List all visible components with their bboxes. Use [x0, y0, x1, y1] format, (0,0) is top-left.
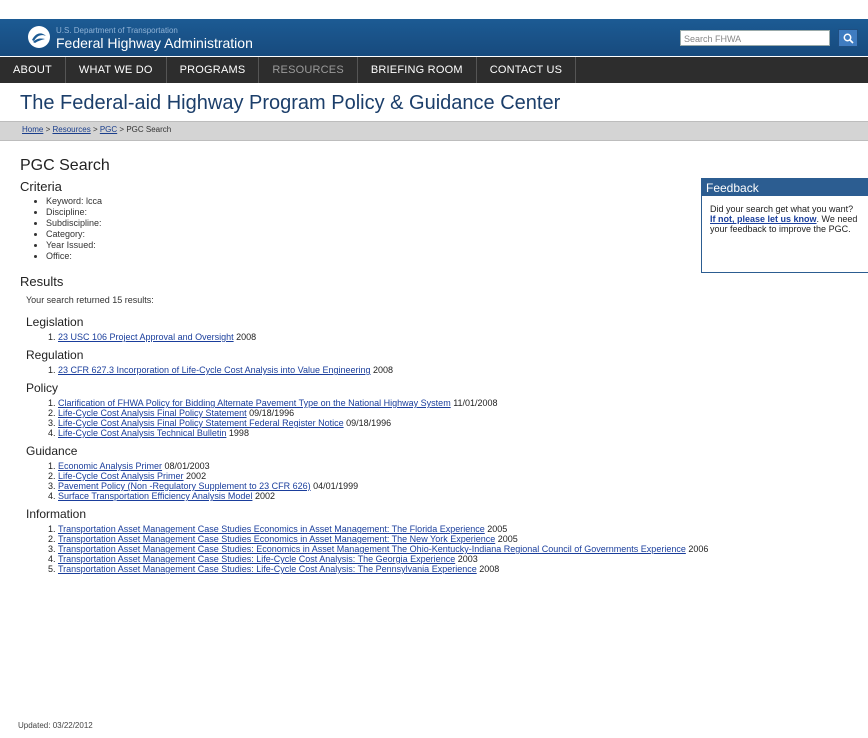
feedback-box: Feedback Did your search get what you wa… — [701, 178, 868, 273]
result-item: Surface Transportation Efficiency Analys… — [58, 491, 700, 501]
feedback-text: Did your search get what you want? If no… — [702, 196, 868, 234]
search-icon — [843, 33, 854, 44]
result-date: 2006 — [685, 544, 709, 554]
result-list-legislation: 23 USC 106 Project Approval and Oversigh… — [58, 332, 700, 342]
result-link[interactable]: 23 USC 106 Project Approval and Oversigh… — [58, 332, 234, 342]
result-link[interactable]: Life-Cycle Cost Analysis Final Policy St… — [58, 408, 247, 418]
criteria-item: Keyword: lcca — [46, 196, 700, 207]
result-date: 09/18/1996 — [246, 408, 295, 418]
breadcrumb-resources-link[interactable]: Resources — [52, 125, 90, 134]
results-count: Your search returned 15 results: — [26, 295, 154, 305]
result-date: 11/01/2008 — [450, 398, 498, 408]
search-button[interactable] — [838, 29, 858, 47]
result-link[interactable]: 23 CFR 627.3 Incorporation of Life-Cycle… — [58, 365, 371, 375]
result-date: 2005 — [495, 534, 518, 544]
main-nav: ABOUT WHAT WE DO PROGRAMS RESOURCES BRIE… — [0, 57, 868, 83]
result-item: Transportation Asset Management Case Stu… — [58, 534, 858, 544]
result-link[interactable]: Transportation Asset Management Case Stu… — [58, 554, 455, 564]
criteria-item: Office: — [46, 251, 700, 262]
result-list-regulation: 23 CFR 627.3 Incorporation of Life-Cycle… — [58, 365, 700, 375]
criteria-list: Keyword: lcca Discipline: Subdiscipline:… — [46, 196, 700, 262]
result-list-guidance: Economic Analysis Primer 08/01/2003 Life… — [58, 461, 700, 501]
updated-date: Updated: 03/22/2012 — [18, 721, 93, 730]
category-heading-information: Information — [26, 507, 87, 521]
result-item: Transportation Asset Management Case Stu… — [58, 544, 858, 554]
result-item: Transportation Asset Management Case Stu… — [58, 564, 858, 574]
breadcrumb-separator: > — [117, 125, 127, 134]
criteria-item: Subdiscipline: — [46, 218, 700, 229]
category-heading-policy: Policy — [26, 381, 59, 395]
result-link[interactable]: Life-Cycle Cost Analysis Technical Bulle… — [58, 428, 226, 438]
result-item: Pavement Policy (Non -Regulatory Supplem… — [58, 481, 700, 491]
result-date: 2002 — [183, 471, 207, 481]
result-link[interactable]: Pavement Policy (Non -Regulatory Supplem… — [58, 481, 311, 491]
result-item: Transportation Asset Management Case Stu… — [58, 524, 858, 534]
result-link[interactable]: Surface Transportation Efficiency Analys… — [58, 491, 252, 501]
result-link[interactable]: Economic Analysis Primer — [58, 461, 162, 471]
breadcrumb-current: PGC Search — [126, 125, 172, 134]
nav-about[interactable]: ABOUT — [0, 57, 66, 83]
result-date: 2003 — [455, 554, 478, 564]
agency-name[interactable]: Federal Highway Administration — [56, 35, 253, 51]
nav-programs[interactable]: PROGRAMS — [167, 57, 260, 83]
result-date: 2008 — [370, 365, 394, 375]
result-date: 2008 — [233, 332, 257, 342]
search-input[interactable]: Search FHWA — [680, 30, 830, 46]
result-link[interactable]: Transportation Asset Management Case Stu… — [58, 524, 485, 534]
result-item: 23 USC 106 Project Approval and Oversigh… — [58, 332, 700, 342]
nav-filler — [576, 57, 868, 83]
result-date: 09/18/1996 — [343, 418, 392, 428]
criteria-item: Year Issued: — [46, 240, 700, 251]
criteria-heading: Criteria — [20, 179, 62, 194]
dot-logo-icon[interactable] — [28, 26, 50, 48]
page: U.S. Department of Transportation Federa… — [0, 0, 868, 738]
result-list-policy: Clarification of FHWA Policy for Bidding… — [58, 398, 700, 438]
result-item: Transportation Asset Management Case Stu… — [58, 554, 858, 564]
agency-department: U.S. Department of Transportation — [56, 26, 178, 35]
nav-resources[interactable]: RESOURCES — [259, 57, 358, 83]
result-link[interactable]: Transportation Asset Management Case Stu… — [58, 564, 477, 574]
breadcrumb-separator: > — [90, 125, 100, 134]
result-date: 2002 — [252, 491, 275, 501]
result-link[interactable]: Transportation Asset Management Case Stu… — [58, 534, 495, 544]
result-item: Life-Cycle Cost Analysis Technical Bulle… — [58, 428, 700, 438]
criteria-item: Category: — [46, 229, 700, 240]
result-link[interactable]: Life-Cycle Cost Analysis Final Policy St… — [58, 418, 344, 428]
criteria-item: Discipline: — [46, 207, 700, 218]
category-heading-legislation: Legislation — [26, 315, 84, 329]
nav-contact-us[interactable]: CONTACT US — [477, 57, 577, 83]
breadcrumb-pgc-link[interactable]: PGC — [100, 125, 117, 134]
result-list-information: Transportation Asset Management Case Stu… — [58, 524, 858, 574]
category-heading-guidance: Guidance — [26, 444, 78, 458]
result-link[interactable]: Clarification of FHWA Policy for Bidding… — [58, 398, 451, 408]
result-link[interactable]: Transportation Asset Management Case Stu… — [58, 544, 686, 554]
search-heading: PGC Search — [20, 157, 110, 174]
result-date: 2005 — [484, 524, 508, 534]
breadcrumb-bar: Home > Resources > PGC > PGC Search — [0, 121, 868, 141]
result-item: Economic Analysis Primer 08/01/2003 — [58, 461, 700, 471]
result-link[interactable]: Life-Cycle Cost Analysis Primer — [58, 471, 184, 481]
result-item: Life-Cycle Cost Analysis Primer 2002 — [58, 471, 700, 481]
result-date: 04/01/1999 — [310, 481, 359, 491]
feedback-text-before: Did your search get what you want? — [710, 204, 854, 214]
results-heading: Results — [20, 274, 64, 289]
result-date: 2008 — [476, 564, 500, 574]
category-heading-regulation: Regulation — [26, 348, 84, 362]
breadcrumb-home-link[interactable]: Home — [22, 125, 43, 134]
logo-swoosh-icon — [32, 33, 46, 43]
breadcrumb: Home > Resources > PGC > PGC Search — [22, 125, 171, 134]
nav-what-we-do[interactable]: WHAT WE DO — [66, 57, 167, 83]
feedback-heading: Feedback — [702, 179, 868, 196]
nav-briefing-room[interactable]: BRIEFING ROOM — [358, 57, 477, 83]
page-title: The Federal-aid Highway Program Policy &… — [20, 92, 561, 114]
result-date: 1998 — [226, 428, 249, 438]
result-item: 23 CFR 627.3 Incorporation of Life-Cycle… — [58, 365, 700, 375]
main-content: PGC Search Criteria Keyword: lcca Discip… — [20, 147, 708, 574]
result-item: Clarification of FHWA Policy for Bidding… — [58, 398, 700, 408]
feedback-link[interactable]: If not, please let us know — [710, 214, 817, 224]
result-date: 08/01/2003 — [162, 461, 210, 471]
result-item: Life-Cycle Cost Analysis Final Policy St… — [58, 408, 700, 418]
result-item: Life-Cycle Cost Analysis Final Policy St… — [58, 418, 700, 428]
